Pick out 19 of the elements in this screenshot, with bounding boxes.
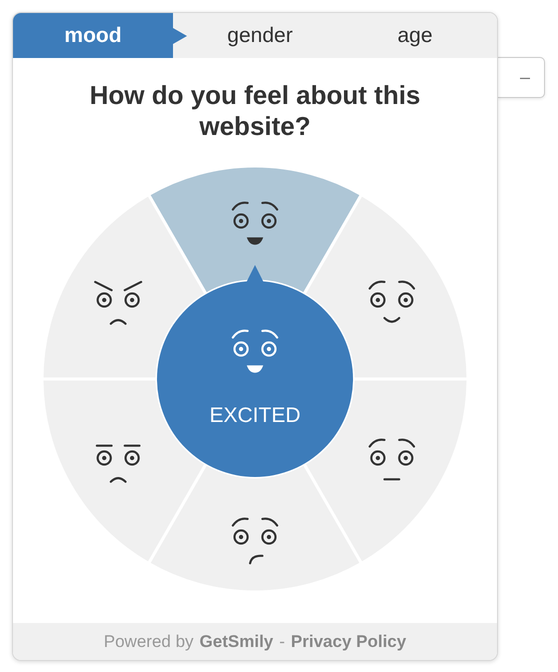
mood-segment[interactable] [302,193,470,380]
face-icon [232,518,278,564]
face-icon [94,280,142,325]
separator-text: - [279,632,285,652]
powered-by-text: Powered by [104,632,194,652]
face-icon [368,280,416,323]
brand-link[interactable]: GetSmily [200,632,274,652]
question-text: How do you feel about this website? [88,80,422,142]
tab[interactable]: mood [13,13,187,58]
mood-segment[interactable] [40,193,208,380]
face-icon [96,444,141,483]
tab[interactable]: gender [187,13,333,58]
face-icon [232,330,278,373]
privacy-policy-link[interactable]: Privacy Policy [290,632,406,652]
minimize-button[interactable]: – [498,57,545,98]
face-icon [368,438,416,480]
tab[interactable]: age [333,13,497,58]
mood-label: EXCITED [210,404,300,427]
face-icon [232,202,278,245]
